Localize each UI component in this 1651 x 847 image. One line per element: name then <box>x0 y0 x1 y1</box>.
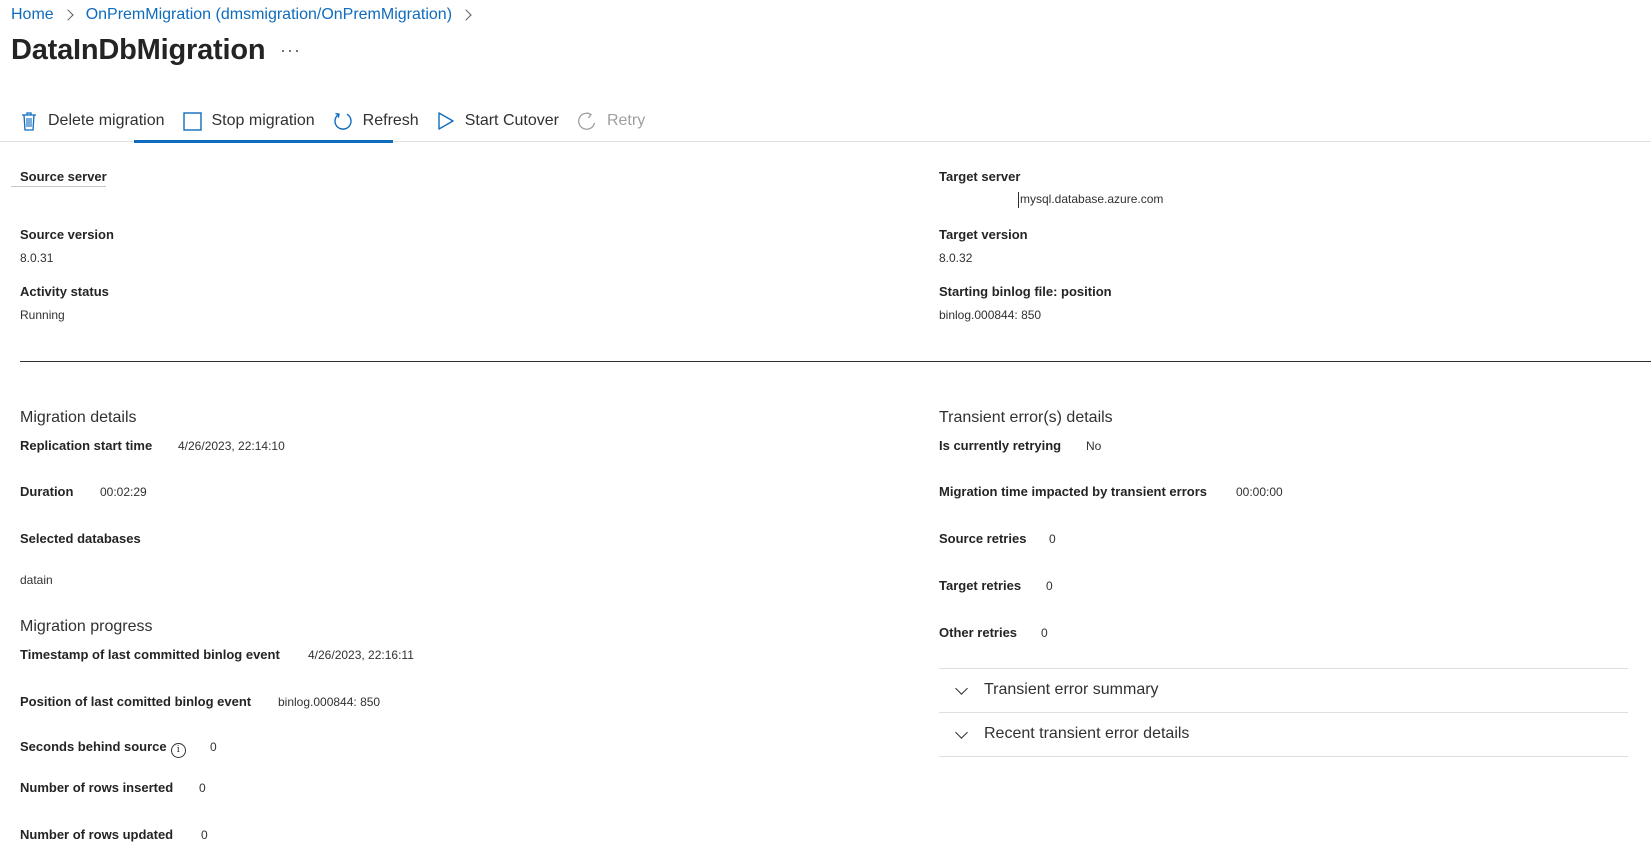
chevron-down-icon <box>955 725 968 739</box>
rows-inserted-value: 0 <box>199 781 206 795</box>
source-version-value: 8.0.31 <box>20 251 54 265</box>
last-committed-timestamp-value: 4/26/2023, 22:16:11 <box>308 648 414 662</box>
transient-error-summary-accordion[interactable]: Transient error summary <box>939 669 1628 711</box>
starting-binlog-label: Starting binlog file: position <box>939 284 1112 299</box>
retry-label: Retry <box>606 112 646 129</box>
retry-icon <box>578 112 596 130</box>
replication-start-value: 4/26/2023, 22:14:10 <box>178 439 285 453</box>
selected-databases-label: Selected databases <box>20 531 141 546</box>
target-version-value: 8.0.32 <box>939 251 973 265</box>
accordion-divider <box>939 756 1628 757</box>
currently-retrying-value: No <box>1086 439 1102 453</box>
duration-label: Duration <box>20 484 74 499</box>
recent-transient-error-details-label: Recent transient error details <box>984 725 1190 742</box>
seconds-behind-source-value: 0 <box>210 740 217 754</box>
chevron-right-icon <box>460 9 472 21</box>
source-server-label: Source server <box>20 169 107 184</box>
stop-migration-button[interactable]: Stop migration <box>174 105 324 137</box>
time-impacted-value: 00:00:00 <box>1236 485 1283 499</box>
start-cutover-button[interactable]: Start Cutover <box>428 105 568 137</box>
duration-value: 00:02:29 <box>100 485 147 499</box>
seconds-behind-source-label: Seconds behind source i <box>20 739 186 758</box>
chevron-down-icon <box>955 681 968 695</box>
activity-status-label: Activity status <box>20 284 109 299</box>
start-cutover-label: Start Cutover <box>464 112 559 129</box>
time-impacted-label: Migration time impacted by transient err… <box>939 484 1208 499</box>
currently-retrying-label: Is currently retrying <box>939 438 1062 453</box>
target-retries-label: Target retries <box>939 578 1022 593</box>
breadcrumb: Home OnPremMigration (dmsmigration/OnPre… <box>11 6 476 24</box>
activity-status-value: Running <box>20 308 65 322</box>
info-icon[interactable]: i <box>170 743 186 758</box>
transient-error-summary-label: Transient error summary <box>984 681 1159 698</box>
retry-button[interactable]: Retry <box>568 105 654 137</box>
command-bar: Delete migration Stop migration Refresh … <box>11 104 654 138</box>
trash-icon <box>22 112 36 131</box>
rows-updated-value: 0 <box>201 828 208 842</box>
last-committed-timestamp-label: Timestamp of last committed binlog event <box>20 647 280 662</box>
chevron-right-icon <box>62 9 74 21</box>
toolbar-focus-indicator <box>134 140 393 143</box>
target-server-text: mysql.database.azure.com <box>1020 192 1164 207</box>
target-version-label: Target version <box>939 227 1028 242</box>
source-version-label: Source version <box>20 227 114 242</box>
other-retries-value: 0 <box>1041 626 1048 640</box>
text-cursor <box>1018 192 1019 208</box>
play-icon <box>438 112 454 130</box>
migration-details-heading: Migration details <box>20 409 137 426</box>
rows-inserted-label: Number of rows inserted <box>20 780 174 795</box>
breadcrumb-migration-link[interactable]: OnPremMigration (dmsmigration/OnPremMigr… <box>86 6 452 24</box>
refresh-button[interactable]: Refresh <box>324 105 428 137</box>
target-server-label: Target server <box>939 169 1021 184</box>
page-title: DataInDbMigration <box>11 34 266 66</box>
source-retries-value: 0 <box>1049 532 1056 546</box>
stop-migration-label: Stop migration <box>211 112 315 129</box>
target-retries-value: 0 <box>1046 579 1053 593</box>
breadcrumb-home-link[interactable]: Home <box>11 6 54 24</box>
transient-errors-heading: Transient error(s) details <box>939 409 1113 426</box>
recent-transient-error-details-accordion[interactable]: Recent transient error details <box>939 713 1628 755</box>
starting-binlog-value: binlog.000844: 850 <box>939 308 1042 322</box>
refresh-icon <box>334 112 352 130</box>
last-committed-position-label: Position of last comitted binlog event <box>20 694 252 709</box>
target-server-value: mysql.database.azure.com <box>1018 192 1163 208</box>
more-actions-button[interactable]: ··· <box>280 40 301 61</box>
last-committed-position-value: binlog.000844: 850 <box>278 695 381 709</box>
seconds-behind-source-text: Seconds behind source <box>20 739 167 754</box>
other-retries-label: Other retries <box>939 625 1018 640</box>
stop-square-icon <box>182 111 202 131</box>
selected-database-value: datain <box>20 573 53 587</box>
refresh-label: Refresh <box>362 112 419 129</box>
delete-migration-label: Delete migration <box>48 112 165 129</box>
replication-start-label: Replication start time <box>20 438 153 453</box>
migration-progress-heading: Migration progress <box>20 618 153 635</box>
delete-migration-button[interactable]: Delete migration <box>11 105 174 137</box>
section-divider <box>20 361 1651 362</box>
source-retries-label: Source retries <box>939 531 1027 546</box>
rows-updated-label: Number of rows updated <box>20 827 174 842</box>
source-server-underline <box>11 186 106 187</box>
